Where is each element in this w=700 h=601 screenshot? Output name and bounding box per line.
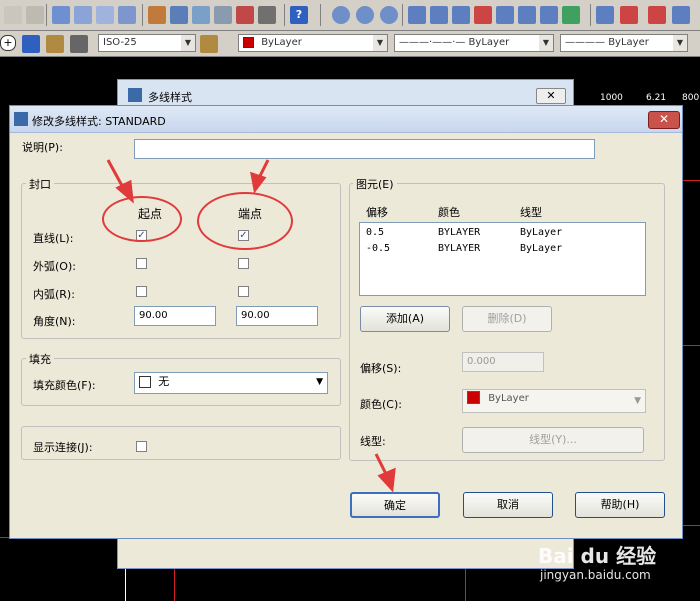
annotation-arrows xyxy=(106,159,396,493)
baidu-url: jingyan.baidu.com xyxy=(540,568,651,582)
baidu-logo: Bai du 经验 xyxy=(538,544,657,568)
